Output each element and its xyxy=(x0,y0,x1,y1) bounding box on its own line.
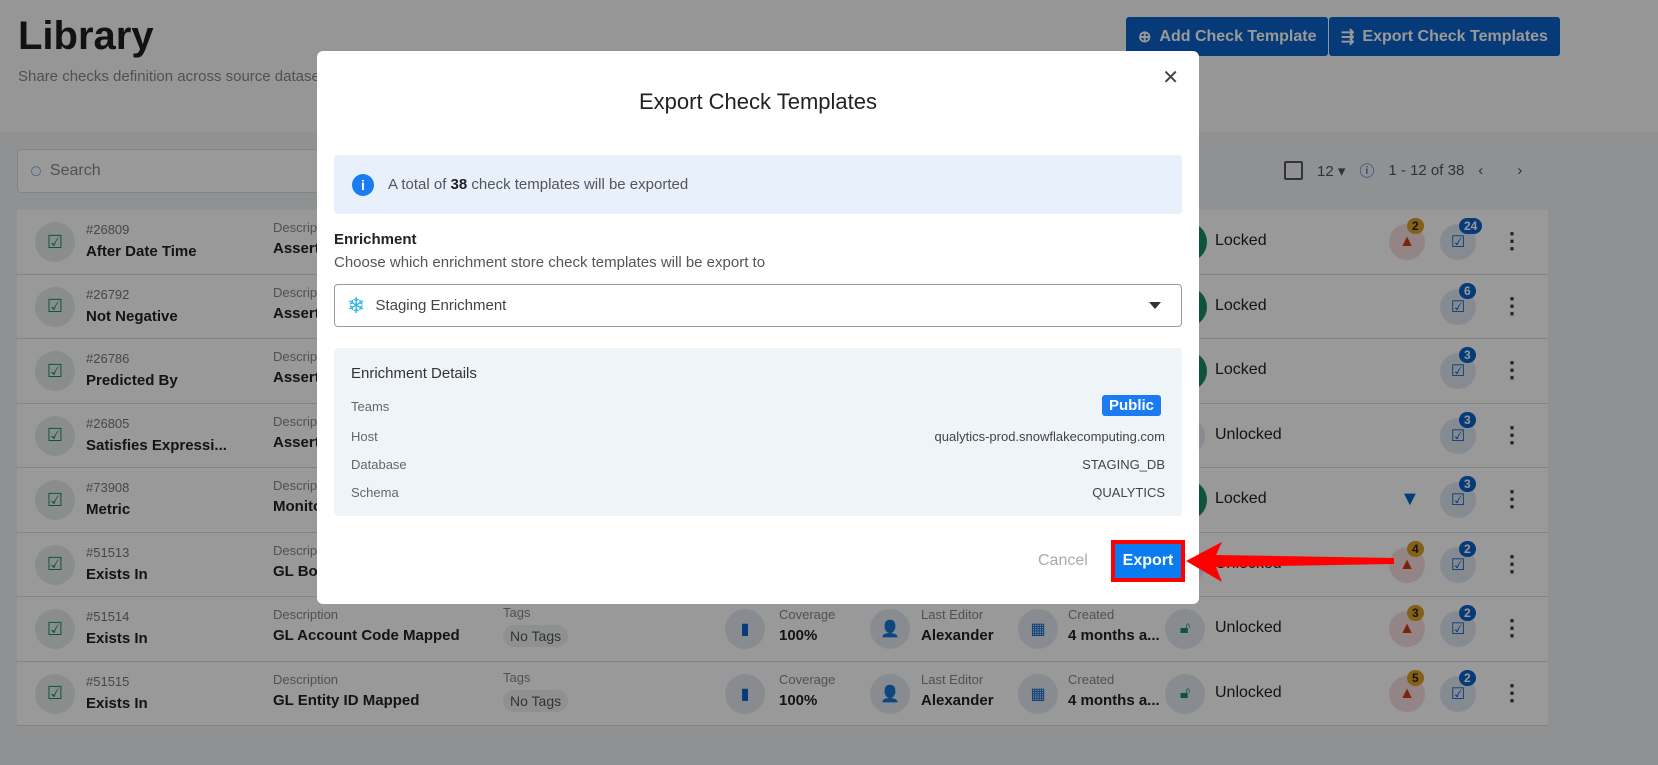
teams-label: Teams xyxy=(351,399,390,414)
red-arrow-annotation xyxy=(1186,542,1394,582)
host-value: qualytics-prod.snowflakecomputing.com xyxy=(934,429,1166,444)
enrichment-help: Choose which enrichment store check temp… xyxy=(334,254,766,271)
enrichment-details: Enrichment Details Teams Public Host qua… xyxy=(334,348,1182,516)
host-label: Host xyxy=(351,429,378,444)
details-title: Enrichment Details xyxy=(351,365,477,382)
schema-value: QUALYTICS xyxy=(1092,485,1165,500)
cancel-button[interactable]: Cancel xyxy=(1038,552,1088,570)
chevron-down-icon xyxy=(1149,302,1161,309)
snowflake-icon: ❄ xyxy=(347,292,366,318)
export-button[interactable]: Export xyxy=(1111,540,1185,582)
info-text: A total of 38 check templates will be ex… xyxy=(388,176,688,193)
info-prefix: A total of xyxy=(388,176,451,193)
teams-badge: Public xyxy=(1101,395,1161,416)
enrichment-label: Enrichment xyxy=(334,231,417,248)
info-suffix: check templates will be exported xyxy=(467,176,689,193)
info-icon: i xyxy=(352,173,374,196)
schema-label: Schema xyxy=(351,485,399,500)
info-count: 38 xyxy=(450,176,468,193)
selected-enrichment: Staging Enrichment xyxy=(375,297,507,314)
database-value: STAGING_DB xyxy=(1082,457,1165,472)
close-icon[interactable]: ✕ xyxy=(1162,65,1179,90)
export-modal: Export Check Templates ✕ i A total of 38… xyxy=(317,51,1199,604)
enrichment-select[interactable]: ❄ Staging Enrichment xyxy=(334,284,1182,327)
modal-title: Export Check Templates xyxy=(638,89,878,114)
info-banner: i A total of 38 check templates will be … xyxy=(334,155,1182,214)
database-label: Database xyxy=(351,457,407,472)
